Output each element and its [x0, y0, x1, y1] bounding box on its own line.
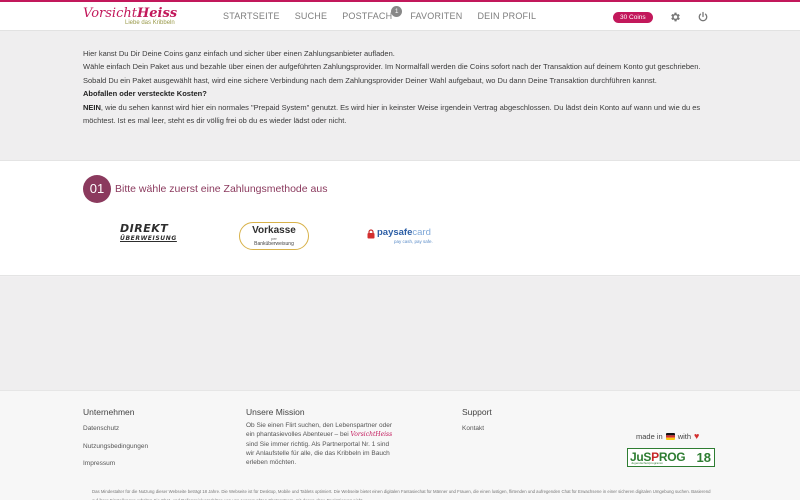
info-answer: NEIN, wie du sehen kannst wird hier ein …	[83, 101, 723, 128]
footer-heading-support: Support	[462, 407, 492, 417]
nav-postfach[interactable]: POSTFACH 1	[342, 6, 403, 21]
nav-label: POSTFACH	[342, 11, 393, 21]
payment-method-direkt[interactable]: DIREKT ÜBERWEISUNG	[120, 223, 178, 249]
mission-text-after: sind Sie immer richtig. Als Partnerporta…	[246, 440, 390, 467]
logo-word-a: Vorsicht	[83, 6, 137, 21]
german-flag-icon	[665, 432, 675, 440]
vorkasse-line-3: Banküberweisung	[254, 241, 294, 247]
legal-notice: Das Mindestalter für die Nutzung dieser …	[92, 489, 711, 500]
direkt-line-1: DIREKT	[120, 222, 169, 235]
nav-label: FAVORITEN	[410, 11, 463, 21]
footer-heading-mission: Unsere Mission	[246, 407, 305, 417]
nav-label: STARTSEITE	[223, 11, 280, 21]
footer-link-datenschutz[interactable]: Datenschutz	[83, 425, 119, 432]
logo-word-b: Heiss	[136, 6, 178, 21]
coins-badge[interactable]: 30 Coins	[613, 12, 653, 23]
payment-method-paysafecard[interactable]: paysafecard pay cash, pay safe.	[367, 226, 439, 248]
gear-icon[interactable]	[669, 11, 681, 23]
top-header: VorsichtHeiss Liebe das Kribbeln STARTSE…	[0, 0, 800, 31]
nav-label: SUCHE	[294, 11, 328, 21]
footer-link-kontakt[interactable]: Kontakt	[462, 425, 484, 432]
info-heading: Abofallen oder versteckte Kosten?	[83, 89, 207, 99]
made-in-germany: made in with ♥	[636, 431, 699, 441]
footer-link-nutzungsbedingungen[interactable]: Nutzungsbedingungen	[83, 443, 148, 450]
nav-startseite[interactable]: STARTSEITE	[223, 11, 280, 21]
mission-text: Ob Sie einen Flirt suchen, den Lebenspar…	[246, 421, 396, 467]
site-logo[interactable]: VorsichtHeiss Liebe das Kribbeln	[83, 6, 193, 30]
footer-link-impressum[interactable]: Impressum	[83, 460, 115, 467]
info-paragraph-2: Wähle einfach Dein Paket aus und bezahle…	[83, 62, 701, 85]
info-answer-strong: NEIN	[83, 102, 101, 112]
step-number-badge: 01	[83, 175, 111, 203]
logo-tagline: Liebe das Kribbeln	[125, 20, 175, 26]
info-text: Hier kanst Du Dir Deine Coins ganz einfa…	[83, 47, 723, 127]
direkt-line-2: ÜBERWEISUNG	[120, 235, 177, 242]
nav-suche[interactable]: SUCHE	[295, 11, 328, 21]
vorkasse-line-1: Vorkasse	[252, 225, 296, 236]
info-answer-rest: , wie du sehen kannst wird hier ein norm…	[83, 102, 701, 126]
footer-heading-company: Unternehmen	[83, 407, 135, 417]
paysafe-tagline: pay cash, pay safe.	[394, 239, 433, 244]
info-paragraph-1: Hier kanst Du Dir Deine Coins ganz einfa…	[83, 49, 395, 58]
heart-icon: ♥	[694, 431, 700, 441]
paysafe-name-a: paysafe	[377, 227, 413, 238]
jusprog-badge[interactable]: JuSPROG 18 Jugendschutzprogramm	[627, 448, 715, 467]
paysafe-name: paysafecard	[377, 227, 431, 238]
info-section: Hier kanst Du Dir Deine Coins ganz einfa…	[0, 31, 800, 160]
lock-icon	[367, 229, 375, 239]
made-in-prefix: made in	[636, 431, 663, 441]
nav-favoriten[interactable]: FAVORITEN	[410, 11, 462, 21]
logo-wordmark: VorsichtHeiss	[83, 6, 177, 21]
payment-section: 01 Bitte wähle zuerst eine Zahlungsmetho…	[0, 160, 800, 276]
main-nav: STARTSEITE SUCHE POSTFACH 1 FAVORITEN DE…	[223, 6, 551, 21]
jusprog-age: 18	[696, 450, 711, 465]
step-title: Bitte wähle zuerst eine Zahlungsmethode …	[115, 183, 328, 195]
jusprog-subtitle: Jugendschutzprogramm	[631, 461, 664, 465]
mission-inline-logo: VorsichtHeiss	[350, 431, 393, 439]
made-in-with: with	[677, 431, 692, 441]
nav-dein-profil[interactable]: DEIN PROFIL	[477, 11, 536, 21]
postfach-badge: 1	[391, 6, 403, 17]
footer: Unternehmen Datenschutz Nutzungsbedingun…	[0, 390, 800, 500]
power-icon[interactable]	[697, 11, 709, 23]
paysafe-name-b: card	[412, 227, 431, 238]
content-placeholder	[0, 277, 800, 390]
payment-method-vorkasse[interactable]: Vorkasse per Banküberweisung	[239, 222, 309, 250]
nav-label: DEIN PROFIL	[477, 11, 537, 21]
